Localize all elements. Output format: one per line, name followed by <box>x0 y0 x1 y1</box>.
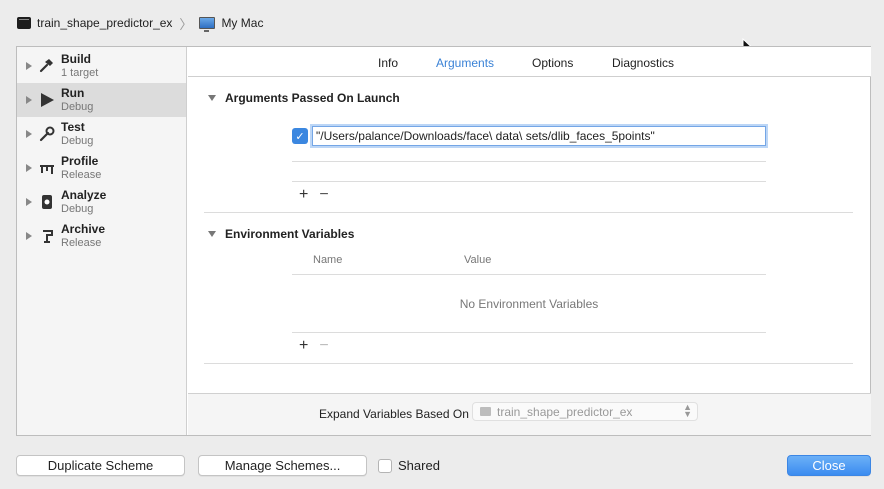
expand-variables-bar: Expand Variables Based On train_shape_pr… <box>188 393 871 435</box>
expand-arrow-icon[interactable] <box>26 164 32 172</box>
divider <box>292 274 766 275</box>
section-divider <box>204 212 853 213</box>
manage-schemes-button[interactable]: Manage Schemes... <box>198 455 367 476</box>
expand-arrow-icon[interactable] <box>26 130 32 138</box>
up-down-chevron-icon: ▲ ▼ <box>683 402 692 419</box>
hammer-icon <box>38 57 56 75</box>
sidebar-item-title: Archive <box>61 222 106 236</box>
archive-icon <box>38 227 56 245</box>
sidebar-item-run[interactable]: Run Debug <box>17 83 186 117</box>
expand-arrow-icon[interactable] <box>26 96 32 104</box>
remove-variable-button: − <box>319 337 329 354</box>
add-variable-button[interactable]: + <box>299 338 308 354</box>
sidebar-item-build[interactable]: Build 1 target <box>17 49 186 83</box>
expand-arrow-icon[interactable] <box>26 198 32 206</box>
destination-name[interactable]: My Mac <box>221 16 263 30</box>
section-title: Arguments Passed On Launch <box>225 91 400 105</box>
expand-variables-value: train_shape_predictor_ex <box>497 404 633 419</box>
gauge-icon <box>38 159 56 177</box>
wrench-icon <box>38 125 56 143</box>
empty-table-message: No Environment Variables <box>459 297 599 311</box>
expand-variables-label: Expand Variables Based On <box>319 407 469 421</box>
argument-enabled-checkbox[interactable]: ✓ <box>292 128 308 144</box>
remove-argument-button[interactable]: − <box>319 187 328 203</box>
argument-add-remove: + − <box>299 187 329 203</box>
disclosure-triangle-icon[interactable] <box>208 95 216 101</box>
scheme-editor-panel: Build 1 target Run Debug Test Debug Prof… <box>16 46 871 436</box>
argument-row: ✓ "/Users/palance/Downloads/face\ data\ … <box>292 125 766 147</box>
column-header-name[interactable]: Name <box>313 254 342 266</box>
divider <box>292 161 766 162</box>
sidebar-item-title: Analyze <box>61 188 107 202</box>
divider <box>292 332 766 333</box>
sidebar-item-archive[interactable]: Archive Release <box>17 219 186 253</box>
sidebar-item-subtitle: Debug <box>61 203 94 215</box>
chevron-right-icon: 〉 <box>179 16 193 32</box>
argument-input[interactable]: "/Users/palance/Downloads/face\ data\ se… <box>312 126 766 146</box>
divider <box>292 181 766 182</box>
section-divider <box>204 363 853 364</box>
duplicate-scheme-button[interactable]: Duplicate Scheme <box>16 455 185 476</box>
shared-toggle[interactable]: Shared <box>378 458 440 473</box>
env-add-remove: + − <box>299 338 329 354</box>
sidebar-item-analyze[interactable]: Analyze Debug <box>17 185 186 219</box>
tab-diagnostics[interactable]: Diagnostics <box>612 56 674 70</box>
scheme-name[interactable]: train_shape_predictor_ex <box>37 16 172 30</box>
disclosure-triangle-icon[interactable] <box>208 231 216 237</box>
arguments-section-header[interactable]: Arguments Passed On Launch <box>208 91 400 105</box>
close-button[interactable]: Close <box>787 455 871 476</box>
sidebar-item-title: Test <box>61 120 85 134</box>
expand-variables-select[interactable]: train_shape_predictor_ex ▲ ▼ <box>472 402 698 421</box>
terminal-icon <box>17 17 31 29</box>
sidebar-item-subtitle: 1 target <box>61 67 99 79</box>
terminal-icon <box>480 407 491 416</box>
expand-arrow-icon[interactable] <box>26 232 32 240</box>
sidebar-item-subtitle: Debug <box>61 101 94 113</box>
sidebar-item-subtitle: Release <box>61 169 102 181</box>
section-title: Environment Variables <box>225 227 355 241</box>
play-icon <box>38 91 56 109</box>
expand-arrow-icon[interactable] <box>26 62 32 70</box>
tab-options[interactable]: Options <box>532 56 573 70</box>
sidebar-item-subtitle: Release <box>61 237 102 249</box>
add-argument-button[interactable]: + <box>299 187 308 203</box>
shared-checkbox[interactable] <box>378 458 392 473</box>
tab-arguments[interactable]: Arguments <box>436 56 494 70</box>
tab-bar: Info Arguments Options Diagnostics <box>188 47 871 77</box>
shared-label: Shared <box>398 458 440 473</box>
mac-display-icon <box>199 17 216 32</box>
sidebar-item-profile[interactable]: Profile Release <box>17 151 186 185</box>
sidebar-item-title: Run <box>61 86 85 100</box>
sidebar-item-test[interactable]: Test Debug <box>17 117 186 151</box>
sidebar-item-title: Profile <box>61 154 99 168</box>
scheme-actions-sidebar: Build 1 target Run Debug Test Debug Prof… <box>17 47 187 435</box>
sidebar-item-title: Build <box>61 52 91 66</box>
column-header-value[interactable]: Value <box>464 254 491 266</box>
sidebar-item-subtitle: Debug <box>61 135 94 147</box>
analyze-icon <box>38 193 56 211</box>
environment-section-header[interactable]: Environment Variables <box>208 227 354 241</box>
tab-info[interactable]: Info <box>378 56 398 70</box>
breadcrumb: train_shape_predictor_ex 〉 My Mac <box>17 14 263 32</box>
